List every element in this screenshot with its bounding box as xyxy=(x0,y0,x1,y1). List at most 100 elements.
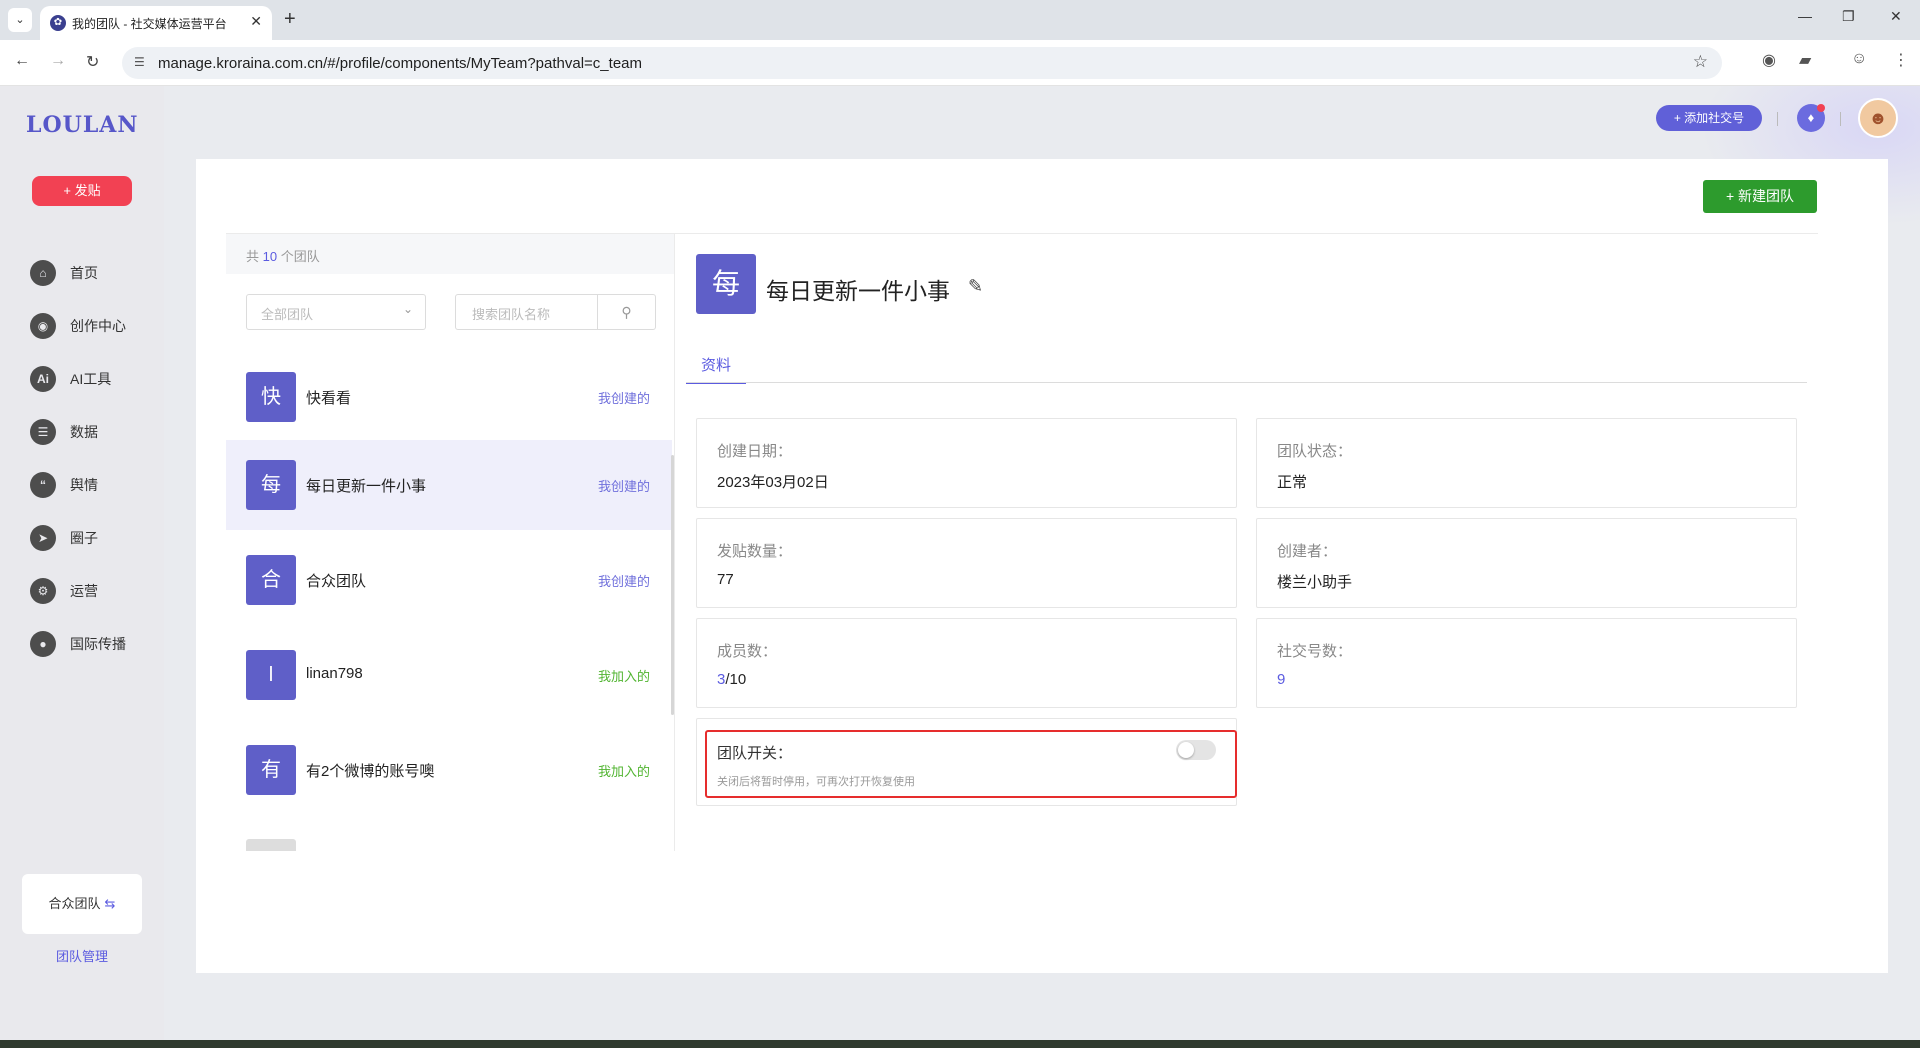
sidebar-item-data[interactable]: ☰ 数据 xyxy=(30,417,150,447)
team-list-item[interactable]: 有 有2个微博的账号噢 我加入的 xyxy=(226,725,672,815)
team-search-input[interactable]: 搜索团队名称 ⚲ xyxy=(455,294,656,330)
current-team-name: 合众团队 xyxy=(48,896,101,911)
sidebar-item-circle[interactable]: ➤ 圈子 xyxy=(30,523,150,553)
database-icon: ☰ xyxy=(30,419,56,445)
sidebar-item-label: 舆情 xyxy=(70,477,98,493)
team-list-item[interactable]: l linan798 我加入的 xyxy=(226,630,672,720)
member-count-card: 成员数： 3/10 xyxy=(696,618,1237,708)
sidebar-item-label: 国际传播 xyxy=(70,636,126,652)
field-value: 77 xyxy=(717,571,734,588)
current-team-switch[interactable]: 合众团队 ⇆ xyxy=(22,874,142,934)
field-value: 9 xyxy=(1277,671,1285,688)
back-icon[interactable]: ← xyxy=(14,52,30,70)
sidebar-item-creation[interactable]: ◉ 创作中心 xyxy=(30,311,150,341)
reload-icon[interactable]: ↻ xyxy=(86,52,99,72)
members-total: /10 xyxy=(725,671,747,688)
site-info-icon[interactable]: ☰ xyxy=(134,55,145,69)
search-icon[interactable]: ⚲ xyxy=(597,295,655,329)
add-social-account-button[interactable]: + 添加社交号 xyxy=(1656,105,1762,131)
edit-icon[interactable]: ✎ xyxy=(968,276,983,297)
header-divider xyxy=(1840,112,1841,126)
filter-value: 全部团队 xyxy=(261,307,314,322)
field-value: 2023年03月02日 xyxy=(717,474,829,491)
sidebar-item-label: 圈子 xyxy=(70,530,98,546)
sidebar-item-ai[interactable]: Ai AI工具 xyxy=(30,364,150,394)
restore-icon[interactable]: ❐ xyxy=(1842,8,1855,25)
home-icon: ⌂ xyxy=(30,260,56,286)
count-value: 10 xyxy=(262,249,278,264)
team-avatar: 快 xyxy=(246,372,296,422)
field-label: 发贴数量： xyxy=(717,543,793,560)
bookmark-star-icon[interactable]: ☆ xyxy=(1693,52,1708,72)
browser-tab[interactable]: ✿ 我的团队 - 社交媒体运营平台 ✕ xyxy=(40,6,272,40)
list-scrollbar[interactable] xyxy=(671,455,674,715)
field-value: 3/10 xyxy=(717,671,746,688)
sidebar: LOULAN + 发贴 ⌂ 首页 ◉ 创作中心 Ai AI工具 ☰ 数据 “ 舆… xyxy=(0,86,164,1040)
field-label: 社交号数： xyxy=(1277,643,1353,660)
chevron-down-icon: ⌄ xyxy=(402,302,413,316)
swap-icon: ⇆ xyxy=(104,896,116,911)
sidebar-item-sentiment[interactable]: “ 舆情 xyxy=(30,470,150,500)
os-taskbar xyxy=(0,1040,1920,1048)
team-role-tag: 我加入的 xyxy=(597,764,650,779)
post-button[interactable]: + 发贴 xyxy=(32,176,132,206)
browser-menu-icon[interactable]: ⋮ xyxy=(1893,50,1909,70)
team-name: 有2个微博的账号噢 xyxy=(306,763,435,780)
notification-dot xyxy=(1817,104,1825,112)
tab-info[interactable]: 资料 xyxy=(686,354,746,384)
team-count: 共 10 个团队 xyxy=(226,234,674,274)
detail-team-avatar: 每 xyxy=(696,254,756,314)
team-avatar: l xyxy=(246,650,296,700)
team-status-card: 团队状态： 正常 xyxy=(1256,418,1797,508)
field-label: 创建者： xyxy=(1277,543,1338,560)
new-tab-button[interactable]: + xyxy=(284,8,296,30)
creator-card: 创建者： 楼兰小助手 xyxy=(1256,518,1797,608)
toggle-knob xyxy=(1178,742,1194,758)
compass-icon: ➤ xyxy=(30,525,56,551)
sidebar-item-international[interactable]: ● 国际传播 xyxy=(30,629,150,659)
profile-icon[interactable]: ☺ xyxy=(1851,50,1867,68)
team-toggle-switch[interactable] xyxy=(1176,740,1216,760)
detail-team-title: 每日更新一件小事 xyxy=(766,278,950,304)
team-filter-select[interactable]: 全部团队 ⌄ xyxy=(246,294,426,330)
header-divider xyxy=(1777,112,1778,126)
social-count[interactable]: 9 xyxy=(1277,671,1285,688)
team-name: 合众团队 xyxy=(306,573,367,590)
social-count-card: 社交号数： 9 xyxy=(1256,618,1797,708)
minimize-icon[interactable]: — xyxy=(1798,8,1812,24)
team-list-item-selected[interactable]: 每 每日更新一件小事 我创建的 xyxy=(226,440,672,530)
team-role-tag: 我创建的 xyxy=(597,574,650,589)
team-list-item[interactable]: 快 快看看 我创建的 xyxy=(226,352,672,442)
field-label: 成员数： xyxy=(717,643,778,660)
count-suffix: 个团队 xyxy=(280,249,320,264)
field-label: 团队状态： xyxy=(1277,443,1353,460)
close-icon[interactable]: ✕ xyxy=(250,13,262,30)
created-date-card: 创建日期： 2023年03月02日 xyxy=(696,418,1237,508)
extension-circle-icon[interactable]: ◉ xyxy=(1762,50,1776,70)
tab-list-icon[interactable]: ⌄ xyxy=(8,8,32,32)
palette-icon: ◉ xyxy=(30,313,56,339)
operation-icon: ⚙ xyxy=(30,578,56,604)
team-role-tag: 我创建的 xyxy=(597,391,650,406)
team-list-item[interactable]: 合 合众团队 我创建的 xyxy=(226,535,672,625)
team-manage-link[interactable]: 团队管理 xyxy=(0,946,164,965)
count-prefix: 共 xyxy=(246,249,260,264)
window-close-icon[interactable]: ✕ xyxy=(1890,8,1902,25)
browser-tab-bar: ⌄ ✿ 我的团队 - 社交媒体运营平台 ✕ + — ❐ ✕ xyxy=(0,0,1920,40)
team-role-tag: 我创建的 xyxy=(597,479,650,494)
sidebar-item-operation[interactable]: ⚙ 运营 xyxy=(30,576,150,606)
sidebar-item-label: 创作中心 xyxy=(70,318,126,334)
url-text: manage.kroraina.com.cn/#/profile/compone… xyxy=(158,55,642,72)
toggle-label: 团队开关： xyxy=(717,745,793,762)
tabs-divider xyxy=(686,382,1807,383)
url-field[interactable]: ☰ manage.kroraina.com.cn/#/profile/compo… xyxy=(122,47,1722,79)
ai-icon: Ai xyxy=(30,366,56,392)
forward-icon[interactable]: → xyxy=(50,52,66,70)
new-team-button[interactable]: + 新建团队 xyxy=(1703,180,1817,213)
extensions-puzzle-icon[interactable]: ▰ xyxy=(1799,50,1811,70)
field-label: 创建日期： xyxy=(717,443,793,460)
avatar[interactable]: ☻ xyxy=(1858,98,1898,138)
quote-icon: “ xyxy=(30,472,56,498)
sidebar-item-home[interactable]: ⌂ 首页 xyxy=(30,258,150,288)
post-count-card: 发贴数量： 77 xyxy=(696,518,1237,608)
